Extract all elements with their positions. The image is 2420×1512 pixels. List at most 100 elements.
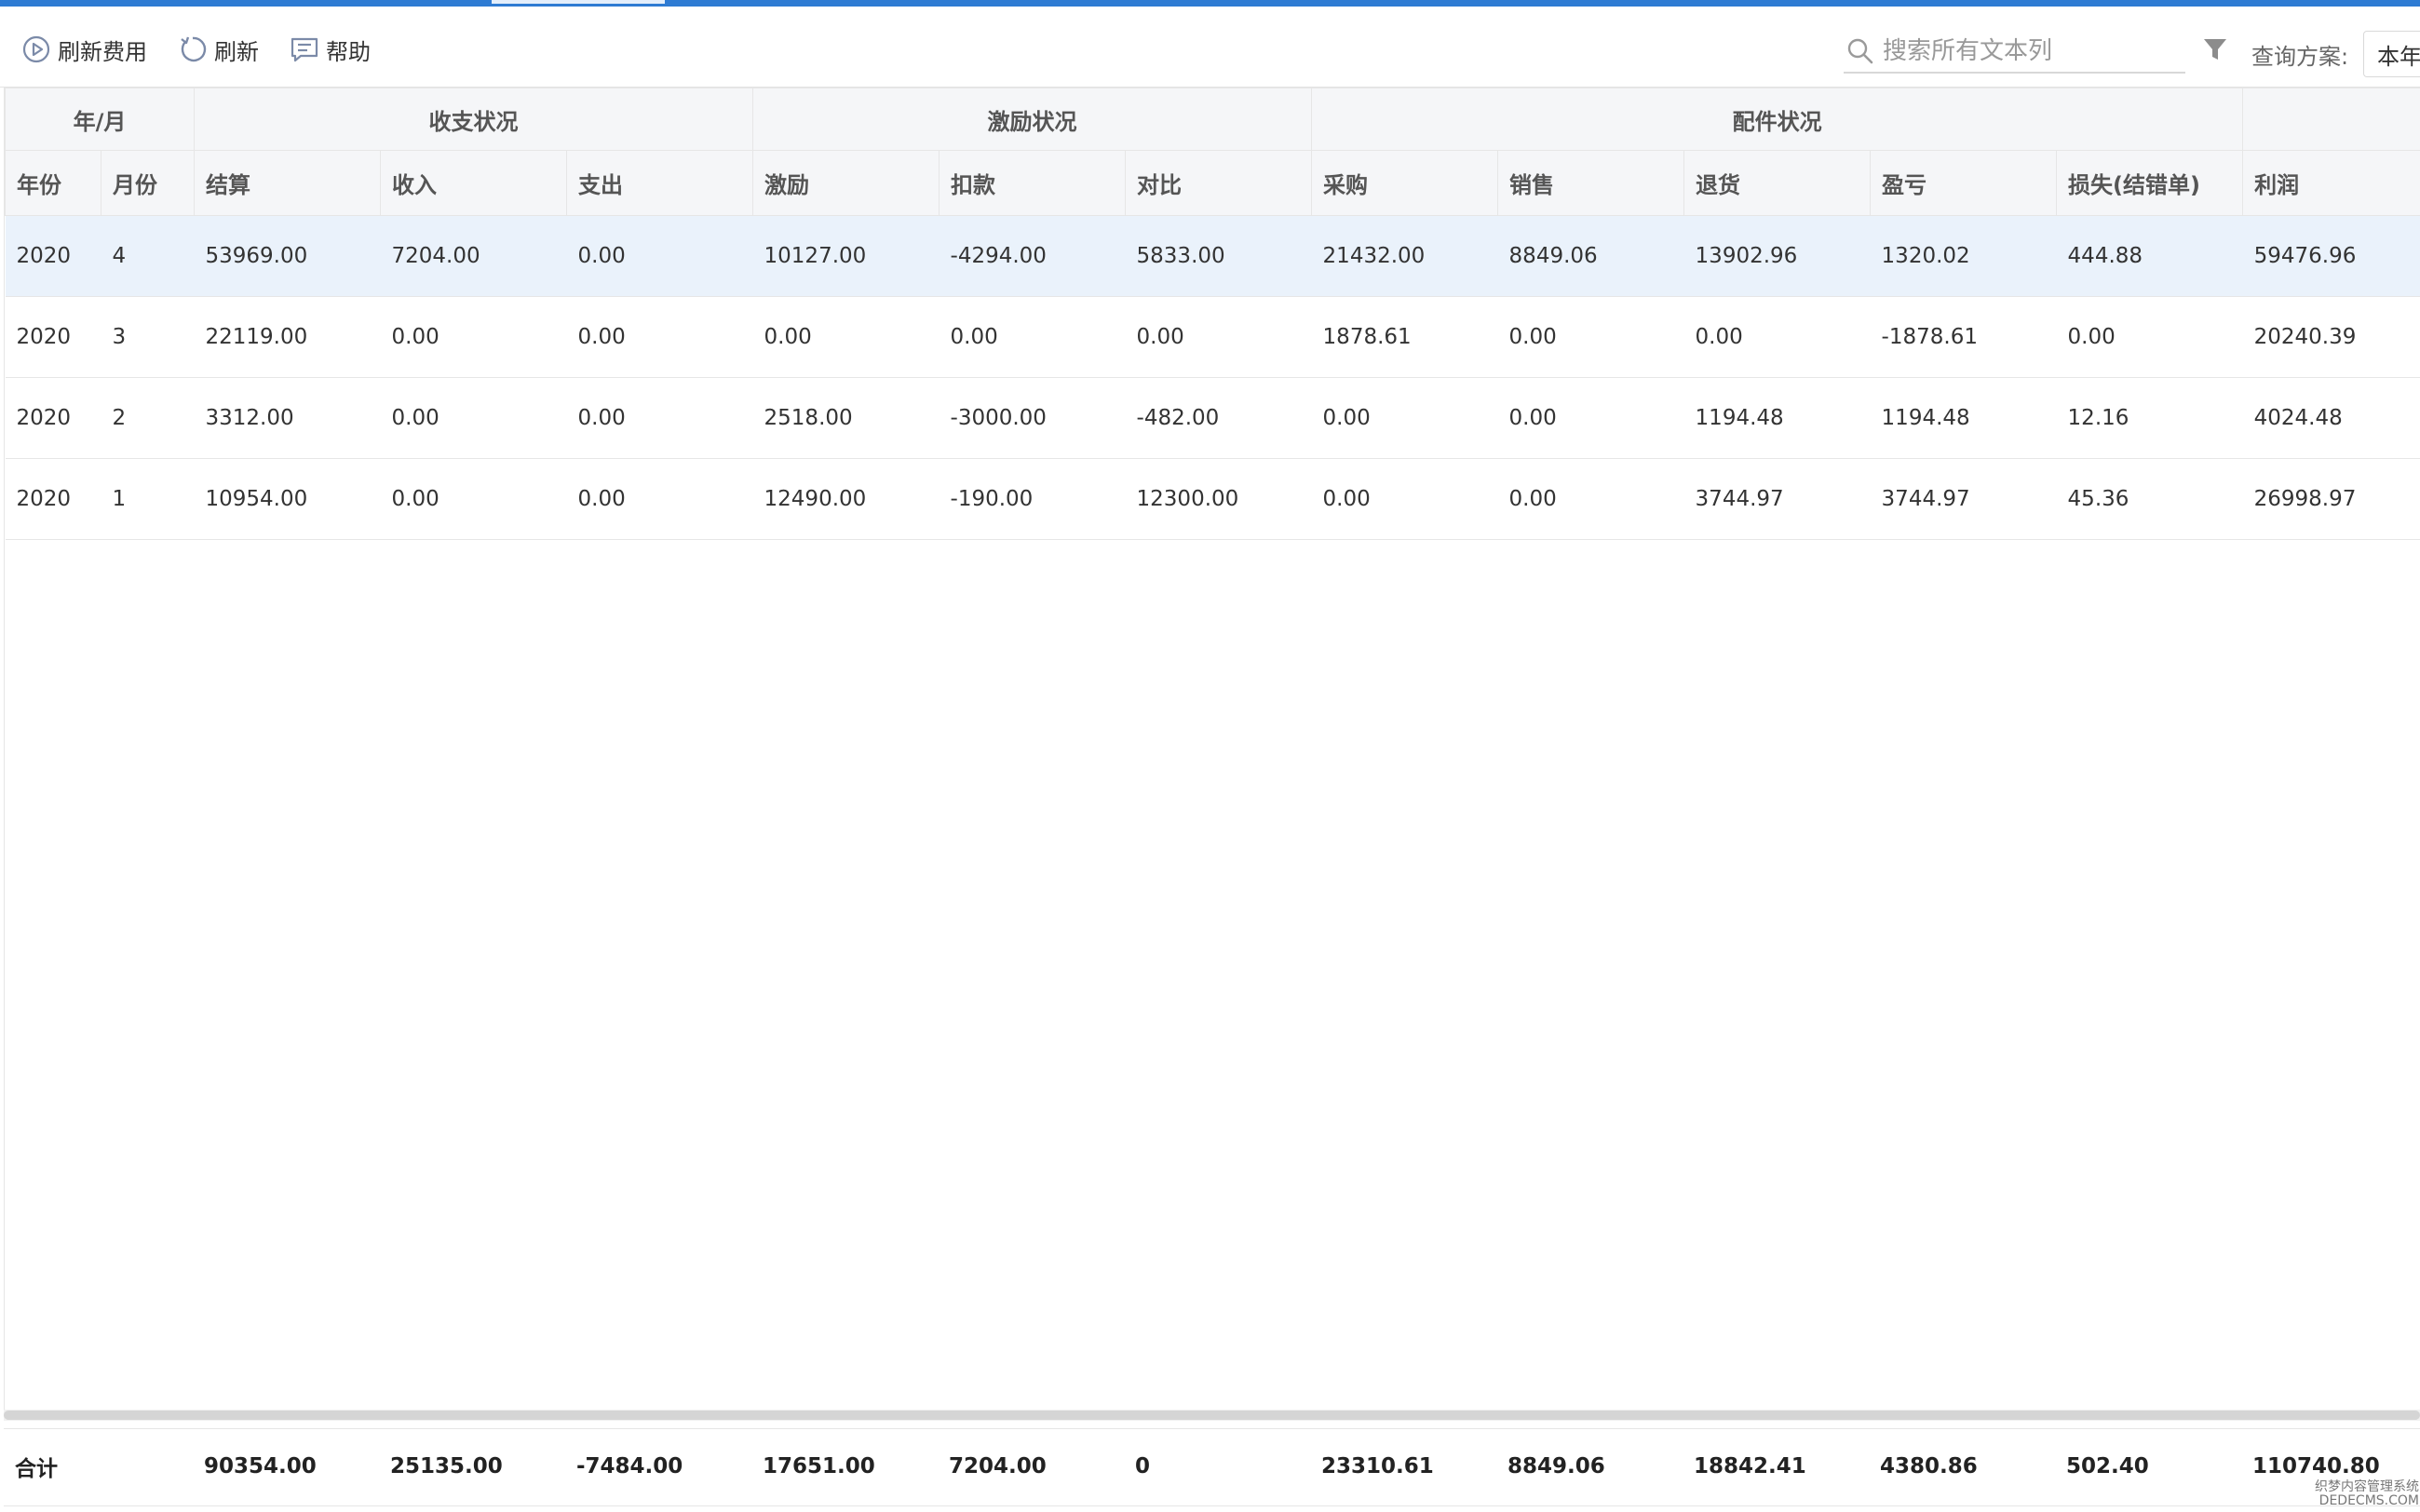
summary-cell: 23310.61 (1321, 1454, 1434, 1478)
summary-cell: 8849.06 (1507, 1454, 1605, 1478)
table-cell: 0.00 (1311, 458, 1498, 540)
table-cell: 1194.48 (1870, 377, 2057, 459)
table-cell: -1878.61 (1870, 296, 2057, 378)
table-cell: 4024.48 (2242, 377, 2420, 459)
report-table: 年/月 收支状况 激励状况 配件状况 年份 月份 结算 收入 支出 激励 扣款 … (4, 88, 2420, 540)
table-cell: 3744.97 (1870, 458, 2057, 540)
table-cell: 2020 (5, 215, 101, 297)
group-header-income-expense: 收支状况 (194, 88, 754, 151)
search-box (1844, 31, 2185, 74)
col-header-comparison[interactable]: 对比 (1125, 150, 1313, 216)
col-header-month[interactable]: 月份 (100, 150, 196, 216)
refresh-label: 刷新 (214, 38, 259, 65)
summary-cell: 502.40 (2066, 1454, 2149, 1478)
active-tab-indicator[interactable] (492, 0, 665, 4)
table-cell: 2020 (5, 377, 101, 459)
table-cell: 444.88 (2056, 215, 2243, 297)
search-icon (1847, 38, 1873, 64)
table-cell: 10954.00 (194, 458, 381, 540)
table-cell: 0.00 (566, 296, 753, 378)
table-cell: 0.00 (1125, 296, 1312, 378)
table-cell: 0.00 (380, 296, 567, 378)
table-cell: 59476.96 (2242, 215, 2420, 297)
summary-table: 合计 90354.00 25135.00 -7484.00 17651.00 7204.0… (4, 1429, 2420, 1504)
table-cell: 0.00 (1497, 377, 1684, 459)
table-cell: 0.00 (1497, 458, 1684, 540)
table-cell: 5833.00 (1125, 215, 1312, 297)
summary-cell: 17651.00 (763, 1454, 875, 1478)
query-plan-select[interactable]: 本年 (2363, 31, 2420, 77)
group-header-incentive: 激励状况 (752, 88, 1313, 151)
col-header-year[interactable]: 年份 (5, 150, 101, 216)
table-cell: 0.00 (1497, 296, 1684, 378)
table-row[interactable]: 2020 1 10954.00 0.00 0.00 12490.00 -190.00 1230… (5, 458, 2420, 540)
table-cell: 0.00 (380, 377, 567, 459)
search-input[interactable] (1881, 36, 2173, 66)
table-row[interactable]: 2020 3 22119.00 0.00 0.00 0.00 0.00 0.00 1878.61… (5, 296, 2420, 378)
refresh-fee-label: 刷新费用 (58, 38, 147, 65)
refresh-fee-button[interactable]: 刷新费用 (20, 31, 147, 68)
query-plan-label: 查询方案: (2251, 44, 2349, 70)
table-row[interactable]: 2020 4 53969.00 7204.00 0.00 10127.00 -4294.00… (5, 215, 2420, 297)
table-cell: 1878.61 (1311, 296, 1498, 378)
summary-cell: 4380.86 (1880, 1454, 1978, 1478)
col-header-deduction[interactable]: 扣款 (939, 150, 1127, 216)
summary-cell: 90354.00 (204, 1454, 317, 1478)
col-header-expense[interactable]: 支出 (566, 150, 754, 216)
summary-cell: -7484.00 (576, 1454, 683, 1478)
table-cell: -482.00 (1125, 377, 1312, 459)
table-cell: 0.00 (752, 296, 940, 378)
col-header-profit[interactable]: 利润 (2242, 150, 2420, 216)
summary-label: 合计 (15, 1457, 58, 1481)
table-cell: 7204.00 (380, 215, 567, 297)
summary-row: 合计 90354.00 25135.00 -7484.00 17651.00 7204.0… (4, 1429, 2420, 1504)
summary-cell-empty (100, 1429, 193, 1504)
help-button[interactable]: 帮助 (289, 31, 371, 68)
toolbar: 刷新费用 刷新 帮助 搜索所有文本列 查询方案: 本年 (0, 7, 2420, 88)
table-cell: 0.00 (1311, 377, 1498, 459)
col-header-settlement[interactable]: 结算 (194, 150, 382, 216)
refresh-button[interactable]: 刷新 (177, 31, 259, 68)
table-cell: -190.00 (939, 458, 1126, 540)
table-cell: 20240.39 (2242, 296, 2420, 378)
table-cell: 22119.00 (194, 296, 381, 378)
play-circle-icon (22, 35, 50, 63)
table-cell: 0.00 (380, 458, 567, 540)
col-header-incentive[interactable]: 激励 (752, 150, 940, 216)
col-header-purchase[interactable]: 采购 (1311, 150, 1499, 216)
table-cell: 12490.00 (752, 458, 940, 540)
summary-cell: 0 (1135, 1454, 1151, 1478)
table-cell: -4294.00 (939, 215, 1126, 297)
summary-cell: 7204.00 (949, 1454, 1047, 1478)
report-grid: 年/月 收支状况 激励状况 配件状况 年份 月份 结算 收入 支出 激励 扣款 … (4, 88, 2420, 1410)
table-cell: 1320.02 (1870, 215, 2057, 297)
table-cell: 10127.00 (752, 215, 940, 297)
watermark-line-1: 织梦内容管理系统 (2315, 1479, 2419, 1494)
col-header-loss-wrong-order[interactable]: 损失(结错单) (2056, 150, 2244, 216)
table-row[interactable]: 2020 2 3312.00 0.00 0.00 2518.00 -3000.00 -482.… (5, 377, 2420, 459)
scrollbar-thumb[interactable] (4, 1411, 2420, 1420)
table-cell: -3000.00 (939, 377, 1126, 459)
query-plan-value: 本年 (2377, 43, 2420, 70)
group-header-profit (2242, 88, 2420, 151)
col-header-gain-loss[interactable]: 盈亏 (1870, 150, 2058, 216)
table-cell: 12300.00 (1125, 458, 1312, 540)
col-header-sales[interactable]: 销售 (1497, 150, 1685, 216)
col-header-income[interactable]: 收入 (380, 150, 568, 216)
table-cell: 53969.00 (194, 215, 381, 297)
table-cell: 26998.97 (2242, 458, 2420, 540)
help-label: 帮助 (326, 38, 371, 65)
horizontal-scrollbar[interactable] (4, 1410, 2420, 1421)
summary-cell: 18842.41 (1694, 1454, 1806, 1478)
table-cell: 45.36 (2056, 458, 2243, 540)
filter-button[interactable] (2199, 34, 2231, 66)
group-header-parts: 配件状况 (1311, 88, 2244, 151)
table-cell: 12.16 (2056, 377, 2243, 459)
table-cell: 2020 (5, 296, 101, 378)
table-cell: 8849.06 (1497, 215, 1684, 297)
table-cell: 1 (101, 458, 195, 540)
table-cell: 0.00 (939, 296, 1126, 378)
col-header-returns[interactable]: 退货 (1683, 150, 1872, 216)
table-cell: 0.00 (2056, 296, 2243, 378)
table-cell: 0.00 (566, 377, 753, 459)
